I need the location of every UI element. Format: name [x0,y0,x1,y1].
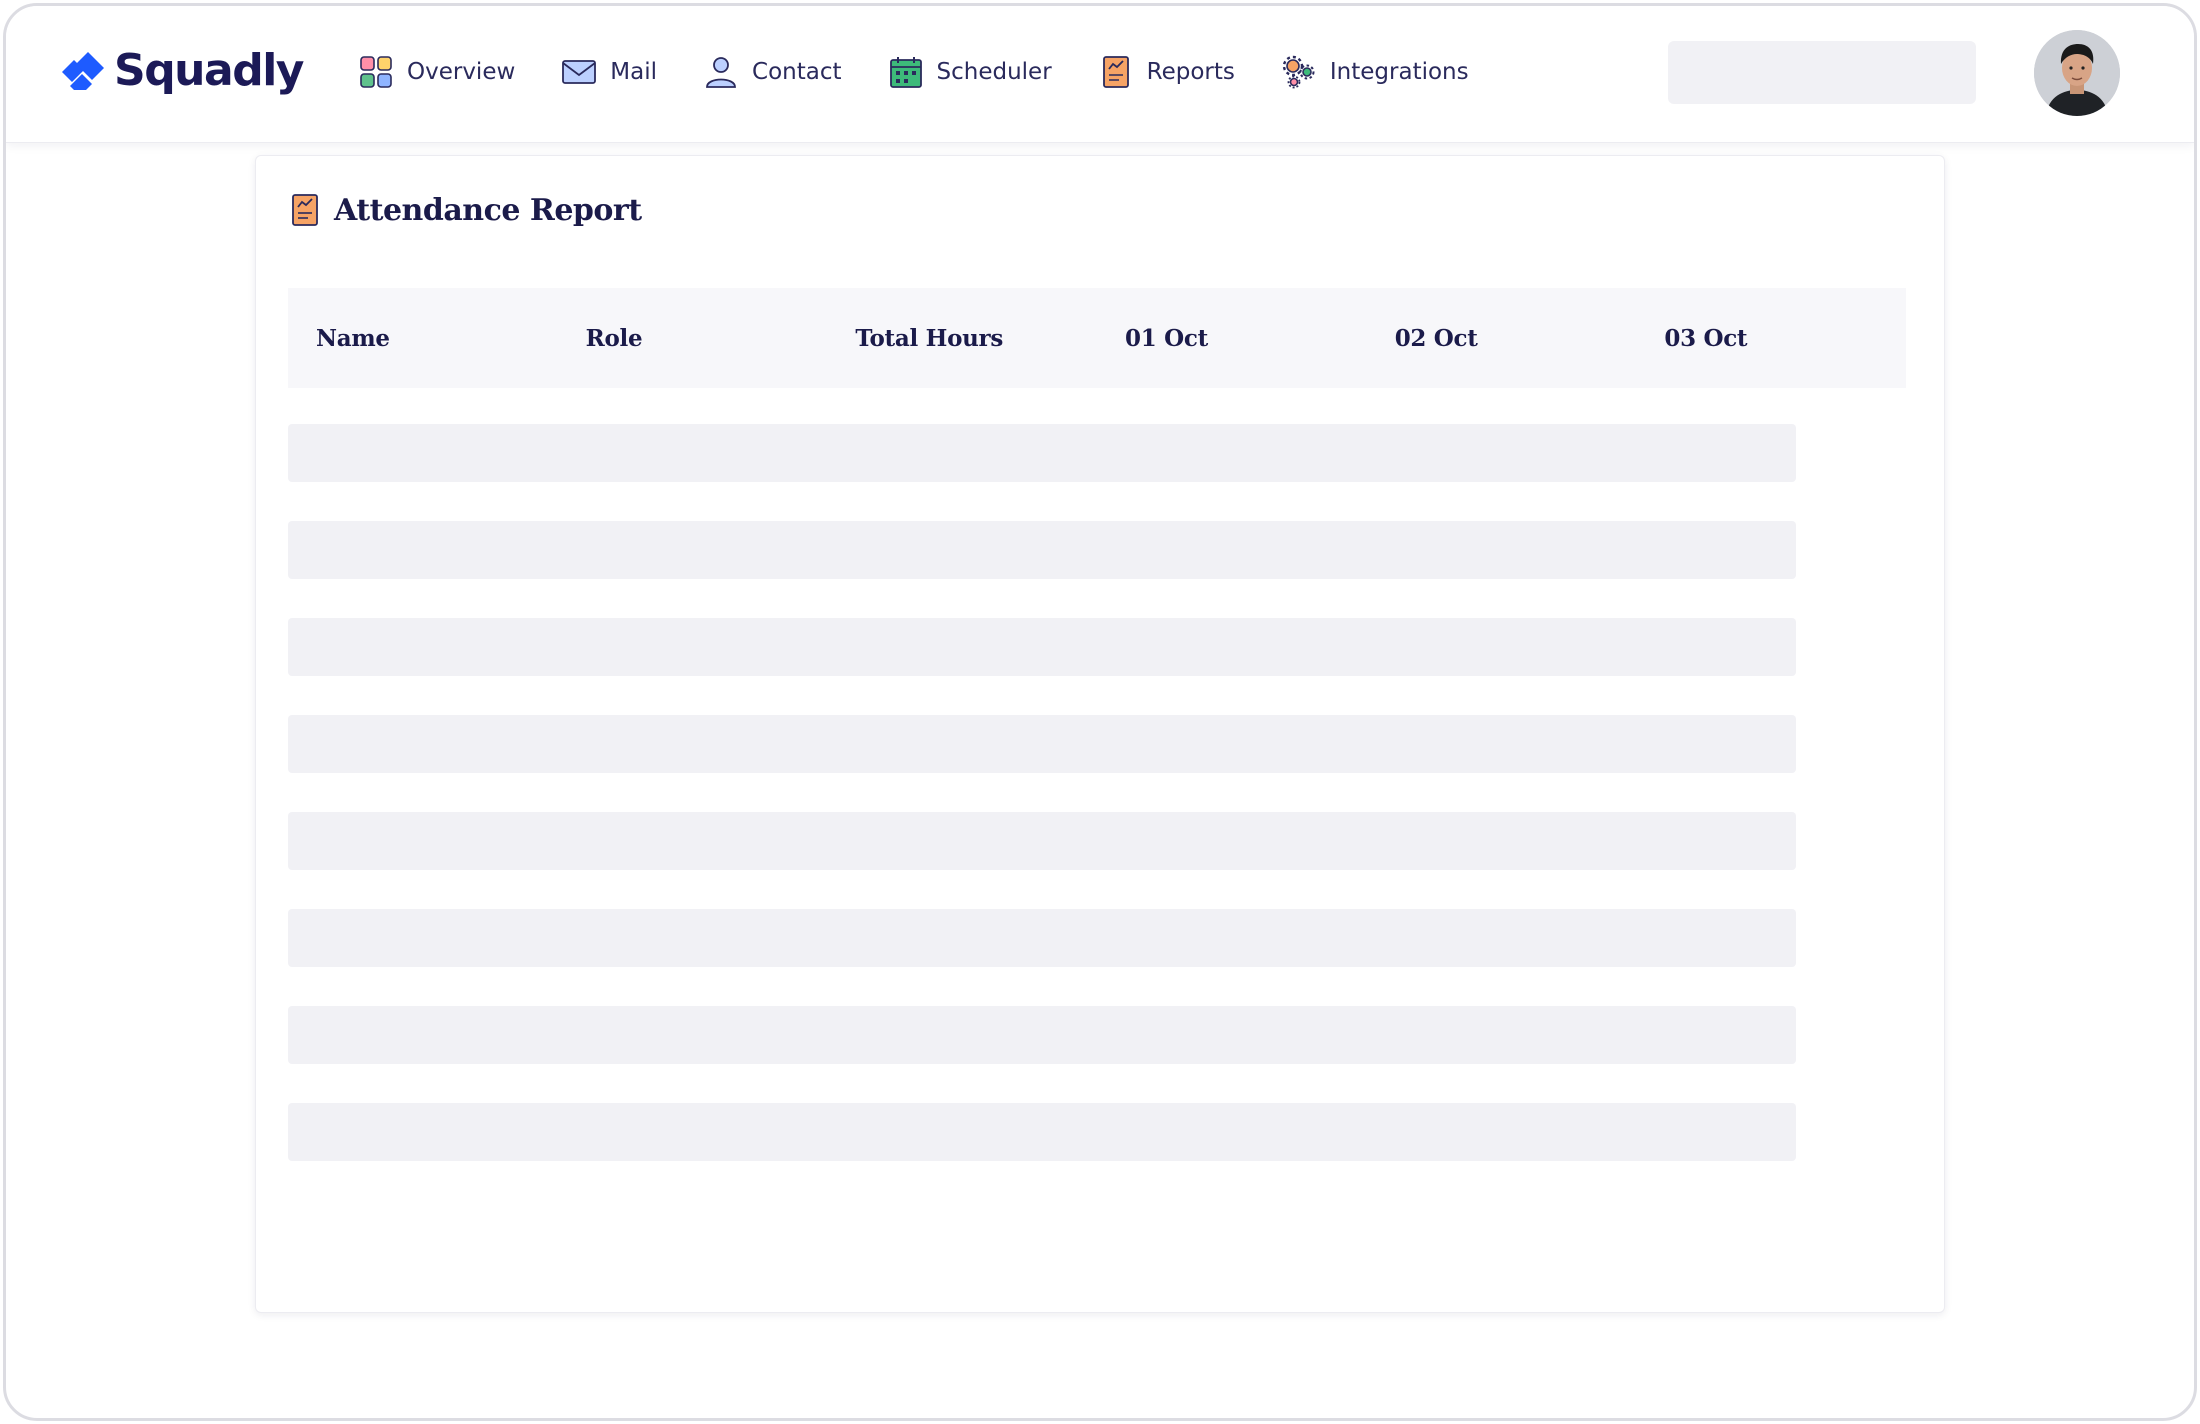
nav-label-overview: Overview [407,59,516,85]
column-header-total-hours[interactable]: Total Hours [827,325,1097,352]
grid-icon [360,56,392,88]
column-header-name[interactable]: Name [288,325,558,352]
nav-item-overview[interactable]: Overview [358,54,515,90]
table-row-skeleton [288,1103,1796,1161]
nav-item-mail[interactable]: Mail [561,54,657,90]
card-header: Attendance Report [290,192,642,228]
user-icon [706,57,736,88]
table-body-loading [288,424,1796,1200]
search-input[interactable] [1668,41,1976,104]
nav-item-reports[interactable]: Reports [1098,54,1235,90]
nav-item-integrations[interactable]: Integrations [1281,54,1469,90]
table-row-skeleton [288,424,1796,482]
table-header: Name Role Total Hours 01 Oct 02 Oct 03 O… [288,288,1906,388]
table-row-skeleton [288,521,1796,579]
nav-label-mail: Mail [610,59,658,85]
gears-icon [1282,55,1315,89]
page-title: Attendance Report [334,192,642,228]
table-row-skeleton [288,1006,1796,1064]
table-row-skeleton [288,909,1796,967]
column-header-02-oct[interactable]: 02 Oct [1367,325,1637,352]
table-row-skeleton [288,715,1796,773]
attendance-report-card: Attendance Report Name Role Total Hours … [255,155,1945,1313]
table-row-skeleton [288,812,1796,870]
nav-label-reports: Reports [1146,59,1235,85]
nav-item-contact[interactable]: Contact [703,54,842,90]
column-header-03-oct[interactable]: 03 Oct [1636,325,1906,352]
mail-icon [562,60,597,84]
nav-item-scheduler[interactable]: Scheduler [888,54,1052,90]
squadly-logo-icon [62,52,104,90]
nav-label-integrations: Integrations [1329,59,1469,85]
report-icon [1102,56,1129,88]
table-row-skeleton [288,618,1796,676]
avatar[interactable] [2034,30,2120,116]
nav-label-scheduler: Scheduler [936,59,1052,85]
column-header-role[interactable]: Role [558,325,828,352]
nav-label-contact: Contact [752,59,842,85]
calendar-icon [889,57,922,88]
brand-name: Squadly [114,44,304,96]
avatar-photo [2034,30,2120,116]
app-window: Squadly Overview Mail Contact Scheduler … [3,3,2197,1421]
brand-logo[interactable]: Squadly [60,42,304,98]
main-nav: Overview Mail Contact Scheduler Reports … [358,48,1515,96]
top-navigation-bar: Squadly Overview Mail Contact Scheduler … [6,6,2194,143]
column-header-01-oct[interactable]: 01 Oct [1097,325,1367,352]
report-icon [292,194,318,226]
